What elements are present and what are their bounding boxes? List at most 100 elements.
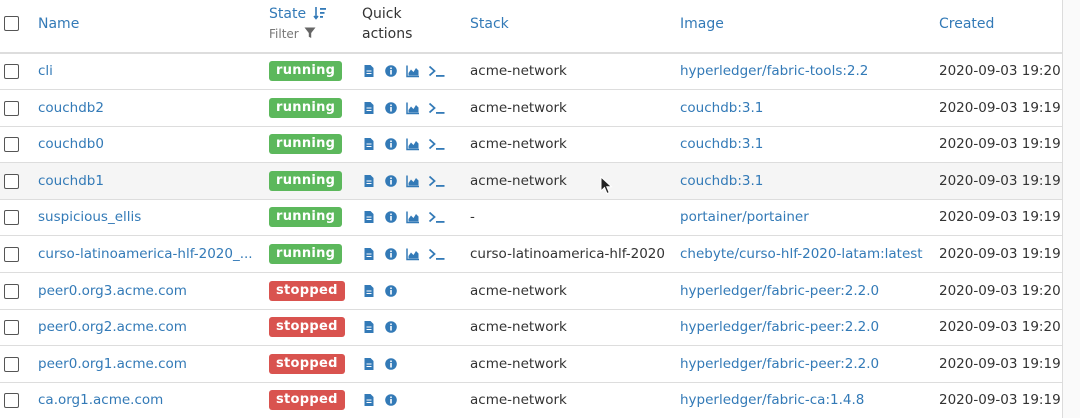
info-circle-icon[interactable] <box>384 247 398 261</box>
mouse-cursor-icon <box>600 176 613 195</box>
row-checkbox[interactable] <box>4 64 19 79</box>
file-text-icon[interactable] <box>362 64 376 78</box>
container-name-link[interactable]: peer0.org2.acme.com <box>38 319 187 335</box>
row-checkbox[interactable] <box>4 100 19 116</box>
status-badge: running <box>269 61 343 81</box>
row-checkbox[interactable] <box>4 137 19 153</box>
container-name-link[interactable]: ca.org1.acme.com <box>38 392 163 408</box>
info-circle-icon[interactable] <box>384 137 398 151</box>
created-timestamp: 2020-09-03 19:20:0 <box>939 63 1062 79</box>
status-badge: stopped <box>269 317 345 338</box>
status-badge: stopped <box>269 280 345 301</box>
container-name-link[interactable]: peer0.org3.acme.com <box>38 283 187 299</box>
row-checkbox[interactable] <box>4 173 19 189</box>
table-row: peer0.org3.acme.com stopped acme-network hy… <box>0 273 1062 310</box>
select-all-checkbox[interactable] <box>4 16 19 31</box>
file-text-icon[interactable] <box>362 137 376 151</box>
container-name-link[interactable]: couchdb1 <box>38 173 104 189</box>
table-row: peer0.org1.acme.com stopped acme-network hy… <box>0 346 1062 383</box>
terminal-icon[interactable] <box>428 101 446 115</box>
row-checkbox[interactable] <box>4 210 19 226</box>
image-link[interactable]: couchdb:3.1 <box>680 100 763 116</box>
status-badge: running <box>269 207 343 228</box>
info-circle-icon[interactable] <box>384 284 398 298</box>
file-text-icon[interactable] <box>362 393 376 407</box>
info-circle-icon[interactable] <box>384 101 398 115</box>
filter-icon[interactable] <box>304 27 316 39</box>
state-filter[interactable]: Filter <box>269 27 316 41</box>
table-row: suspicious_ellis running - portainer/portai… <box>0 199 1062 237</box>
file-text-icon[interactable] <box>362 101 376 115</box>
terminal-icon[interactable] <box>428 137 446 151</box>
image-link[interactable]: chebyte/curso-hlf-2020-latam:latest <box>680 246 923 262</box>
created-timestamp: 2020-09-03 19:19:2 <box>939 246 1062 262</box>
image-link[interactable]: couchdb:3.1 <box>680 136 763 152</box>
terminal-icon[interactable] <box>428 174 446 188</box>
stack-name: curso-latinoamerica-hlf-2020 <box>470 246 665 262</box>
area-chart-icon[interactable] <box>406 64 420 78</box>
vertical-scrollbar[interactable] <box>1062 0 1080 418</box>
sort-amount-icon[interactable] <box>312 6 327 20</box>
container-name-link[interactable]: cli <box>38 63 53 79</box>
container-name-link[interactable]: couchdb2 <box>38 100 104 116</box>
info-circle-icon[interactable] <box>384 320 398 334</box>
row-checkbox[interactable] <box>4 247 19 262</box>
created-timestamp: 2020-09-03 19:19:5 <box>939 355 1062 372</box>
row-checkbox[interactable] <box>4 320 19 336</box>
row-checkbox[interactable] <box>4 393 19 409</box>
file-text-icon[interactable] <box>362 284 376 298</box>
area-chart-icon[interactable] <box>406 210 420 224</box>
created-timestamp: 2020-09-03 19:19:5 <box>939 209 1062 226</box>
row-checkbox[interactable] <box>4 283 19 299</box>
stack-name: acme-network <box>470 99 567 116</box>
image-link[interactable]: hyperledger/fabric-ca:1.4.8 <box>680 392 864 408</box>
info-circle-icon[interactable] <box>384 210 398 224</box>
area-chart-icon[interactable] <box>406 247 420 261</box>
column-header-created[interactable]: Created <box>939 16 994 32</box>
stack-name: acme-network <box>470 282 567 299</box>
stack-name: acme-network <box>470 319 567 336</box>
image-link[interactable]: couchdb:3.1 <box>680 173 763 189</box>
column-header-state[interactable]: State <box>269 6 327 22</box>
table-row: curso-latinoamerica-hlf-2020_... running c… <box>0 236 1062 273</box>
status-badge: running <box>269 97 343 118</box>
status-badge: running <box>269 170 343 191</box>
container-name-link[interactable]: suspicious_ellis <box>38 209 141 225</box>
file-text-icon[interactable] <box>362 247 376 261</box>
column-header-stack[interactable]: Stack <box>470 16 509 32</box>
terminal-icon[interactable] <box>428 247 446 261</box>
image-link[interactable]: hyperledger/fabric-peer:2.2.0 <box>680 283 879 299</box>
column-header-name[interactable]: Name <box>38 16 79 32</box>
terminal-icon[interactable] <box>428 64 446 78</box>
terminal-icon[interactable] <box>428 210 446 224</box>
container-name-link[interactable]: couchdb0 <box>38 136 104 152</box>
state-filter-label[interactable]: Filter <box>269 27 299 41</box>
info-circle-icon[interactable] <box>384 393 398 407</box>
info-circle-icon[interactable] <box>384 174 398 188</box>
image-link[interactable]: hyperledger/fabric-tools:2.2 <box>680 63 868 79</box>
created-timestamp: 2020-09-03 19:19:5 <box>939 392 1062 409</box>
image-link[interactable]: hyperledger/fabric-peer:2.2.0 <box>680 319 879 335</box>
table-header: Name State Filter Quick actions Stack Im… <box>0 0 1062 54</box>
area-chart-icon[interactable] <box>406 137 420 151</box>
image-link[interactable]: hyperledger/fabric-peer:2.2.0 <box>680 356 879 372</box>
row-checkbox[interactable] <box>4 356 19 372</box>
file-text-icon[interactable] <box>362 357 376 371</box>
file-text-icon[interactable] <box>362 210 376 224</box>
column-header-quick-actions: Quick <box>362 6 402 22</box>
image-link[interactable]: portainer/portainer <box>680 209 809 225</box>
area-chart-icon[interactable] <box>406 174 420 188</box>
file-text-icon[interactable] <box>362 320 376 334</box>
info-circle-icon[interactable] <box>384 64 398 78</box>
column-header-state-label[interactable]: State <box>269 6 306 22</box>
file-text-icon[interactable] <box>362 174 376 188</box>
container-name-link[interactable]: curso-latinoamerica-hlf-2020_... <box>38 246 253 262</box>
status-badge: running <box>269 244 343 264</box>
column-header-image[interactable]: Image <box>680 16 724 32</box>
info-circle-icon[interactable] <box>384 357 398 371</box>
created-timestamp: 2020-09-03 19:19:5 <box>939 99 1062 116</box>
stack-name: acme-network <box>470 355 567 372</box>
area-chart-icon[interactable] <box>406 101 420 115</box>
status-badge: running <box>269 134 343 155</box>
container-name-link[interactable]: peer0.org1.acme.com <box>38 356 187 372</box>
